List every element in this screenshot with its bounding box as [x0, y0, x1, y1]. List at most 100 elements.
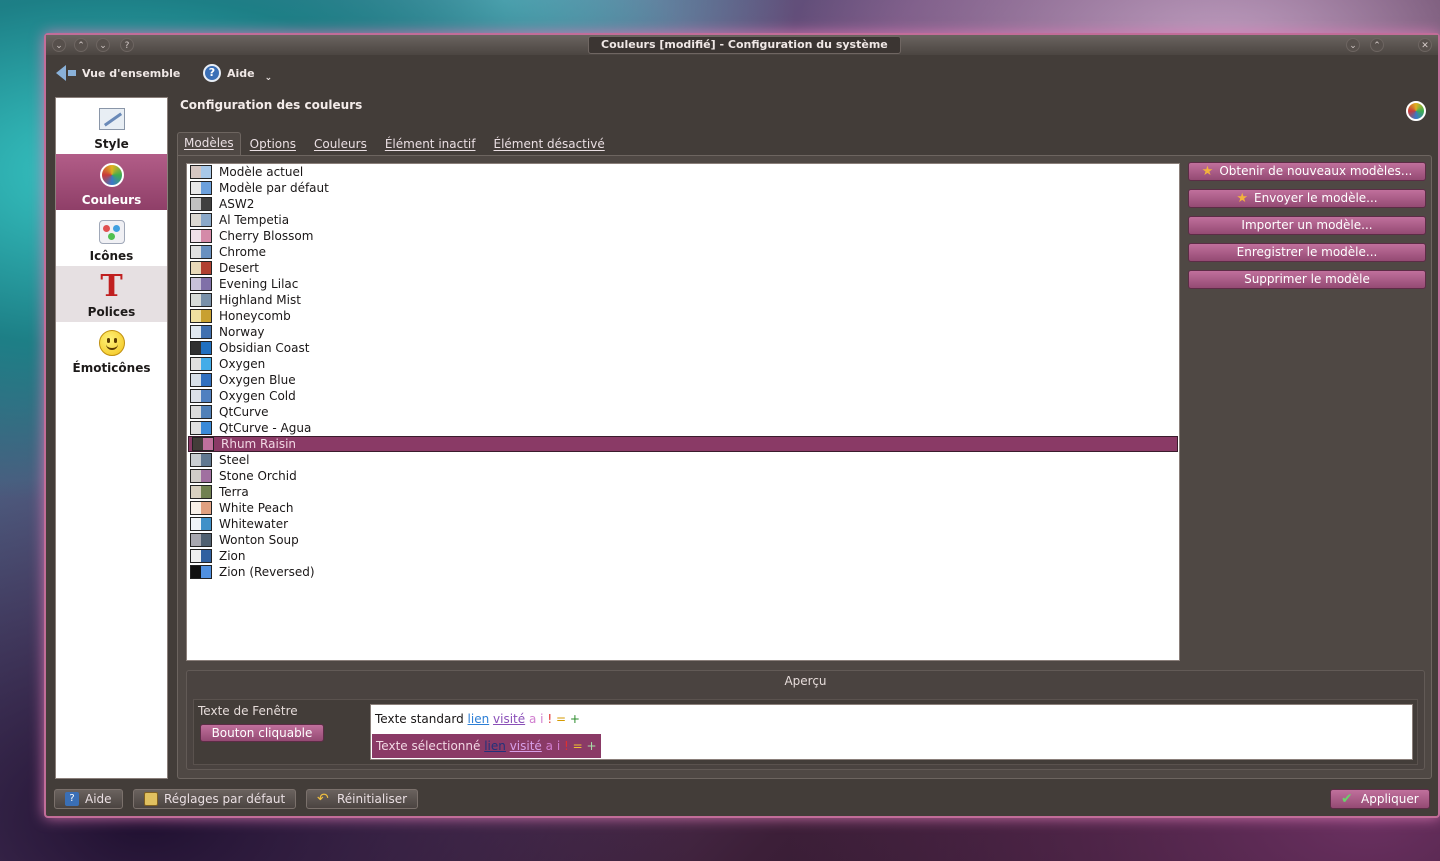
visited-sample[interactable]: visité [493, 712, 525, 726]
keep-above-icon[interactable]: ⌃ [74, 38, 88, 52]
swatch-color [201, 566, 211, 578]
scheme-name: Zion (Reversed) [219, 565, 315, 579]
list-item[interactable]: Stone Orchid [187, 468, 1179, 484]
minimize-button[interactable]: ⌄ [1346, 38, 1360, 52]
list-item[interactable]: Oxygen [187, 356, 1179, 372]
scheme-preview-icon [190, 517, 212, 531]
page-title: Configuration des couleurs [180, 98, 363, 112]
tab-colors[interactable]: Couleurs [305, 132, 376, 156]
get-new-schemes-button[interactable]: ★ Obtenir de nouveaux modèles... [1188, 162, 1426, 181]
tab-options[interactable]: Options [241, 132, 305, 156]
positive-sample: + [569, 712, 580, 726]
sidebar-item-colors[interactable]: Couleurs [56, 154, 167, 210]
standard-text-line: Texte standard lien visité a i ! = + [375, 712, 580, 726]
selected-visited-sample[interactable]: visité [510, 739, 542, 753]
swatch-color [191, 470, 201, 482]
scheme-list[interactable]: Modèle actuel Modèle par défaut ASW2 Al Tem… [186, 163, 1180, 661]
selected-link-sample[interactable]: lien [484, 739, 506, 753]
list-item[interactable]: Oxygen Cold [187, 388, 1179, 404]
button-label: Envoyer le modèle... [1254, 191, 1378, 205]
list-item[interactable]: Zion [187, 548, 1179, 564]
swatch-color [201, 278, 211, 290]
selected-warning-sample: = [572, 739, 583, 753]
help-menu-button[interactable]: ? Aide ⌄ [203, 63, 272, 83]
apply-button[interactable]: ✔ Appliquer [1330, 789, 1430, 809]
list-item[interactable]: Cherry Blossom [187, 228, 1179, 244]
swatch-color [191, 310, 201, 322]
swatch-color [201, 406, 211, 418]
scheme-preview-icon [190, 453, 212, 467]
overview-button[interactable]: Vue d'ensemble [56, 63, 180, 83]
maximize-button[interactable]: ⌃ [1370, 38, 1384, 52]
list-item[interactable]: QtCurve - Agua [187, 420, 1179, 436]
swatch-color [191, 374, 201, 386]
scheme-name: Obsidian Coast [219, 341, 310, 355]
link-sample[interactable]: lien [468, 712, 490, 726]
swatch-color [191, 454, 201, 466]
list-item[interactable]: White Peach [187, 500, 1179, 516]
tab-disabled[interactable]: Élément désactivé [484, 132, 613, 156]
title-bar[interactable]: ⌄ ⌃ ⌄ ? Couleurs [modifié] - Configurati… [46, 35, 1438, 55]
close-button[interactable]: ✕ [1418, 38, 1432, 52]
keep-below-icon[interactable]: ⌄ [96, 38, 110, 52]
minimize-all-icon[interactable]: ⌄ [52, 38, 66, 52]
scheme-name: Al Tempetia [219, 213, 290, 227]
defaults-button[interactable]: Réglages par défaut [133, 789, 297, 809]
tab-models[interactable]: Modèles [177, 132, 241, 156]
scheme-name: Zion [219, 549, 246, 563]
upload-scheme-button[interactable]: ★ Envoyer le modèle... [1188, 189, 1426, 208]
scheme-name: Modèle par défaut [219, 181, 329, 195]
button-label: Importer un modèle... [1241, 218, 1373, 232]
list-item[interactable]: Rhum Raisin [188, 436, 1178, 452]
list-item[interactable]: Modèle actuel [187, 164, 1179, 180]
scheme-name: Oxygen Blue [219, 373, 296, 387]
sample-button[interactable]: Bouton cliquable [200, 724, 324, 742]
import-scheme-button[interactable]: Importer un modèle... [1188, 216, 1426, 235]
swatch-color [191, 518, 201, 530]
list-item[interactable]: Desert [187, 260, 1179, 276]
list-item[interactable]: Chrome [187, 244, 1179, 260]
list-item[interactable]: Oxygen Blue [187, 372, 1179, 388]
list-item[interactable]: ASW2 [187, 196, 1179, 212]
scheme-preview-icon [190, 309, 212, 323]
list-item[interactable]: Wonton Soup [187, 532, 1179, 548]
swatch-color [191, 278, 201, 290]
icons-icon [97, 216, 127, 246]
list-item[interactable]: Obsidian Coast [187, 340, 1179, 356]
swatch-color [201, 214, 211, 226]
list-item[interactable]: Terra [187, 484, 1179, 500]
list-item[interactable]: Zion (Reversed) [187, 564, 1179, 580]
swatch-color [191, 198, 201, 210]
swatch-color [201, 230, 211, 242]
swatch-color [201, 470, 211, 482]
list-item[interactable]: Norway [187, 324, 1179, 340]
scheme-name: Wonton Soup [219, 533, 299, 547]
scheme-name: Desert [219, 261, 259, 275]
sidebar-item-icons[interactable]: Icônes [56, 210, 167, 266]
help-title-button[interactable]: ? [120, 38, 134, 52]
active-sample: i [540, 712, 544, 726]
save-scheme-button[interactable]: Enregistrer le modèle... [1188, 243, 1426, 262]
scheme-name: Whitewater [219, 517, 289, 531]
swatch-color [201, 182, 211, 194]
list-item[interactable]: Al Tempetia [187, 212, 1179, 228]
sidebar-item-fonts[interactable]: T Polices [56, 266, 167, 322]
swatch-color [191, 550, 201, 562]
swatch-color [191, 246, 201, 258]
selected-negative-sample: ! [564, 739, 569, 753]
list-item[interactable]: Honeycomb [187, 308, 1179, 324]
list-item[interactable]: Highland Mist [187, 292, 1179, 308]
sidebar-item-emoticons[interactable]: Émoticônes [56, 322, 167, 378]
help-button[interactable]: ? Aide [54, 789, 123, 809]
list-item[interactable]: Evening Lilac [187, 276, 1179, 292]
list-item[interactable]: Whitewater [187, 516, 1179, 532]
list-item[interactable]: Steel [187, 452, 1179, 468]
tab-inactive[interactable]: Élément inactif [376, 132, 485, 156]
list-item[interactable]: Modèle par défaut [187, 180, 1179, 196]
reset-button[interactable]: ↶ Réinitialiser [306, 789, 419, 809]
swatch-color [201, 374, 211, 386]
remove-scheme-button[interactable]: Supprimer le modèle [1188, 270, 1426, 289]
list-item[interactable]: QtCurve [187, 404, 1179, 420]
scheme-preview-icon [190, 421, 212, 435]
sidebar-item-style[interactable]: Style [56, 98, 167, 154]
